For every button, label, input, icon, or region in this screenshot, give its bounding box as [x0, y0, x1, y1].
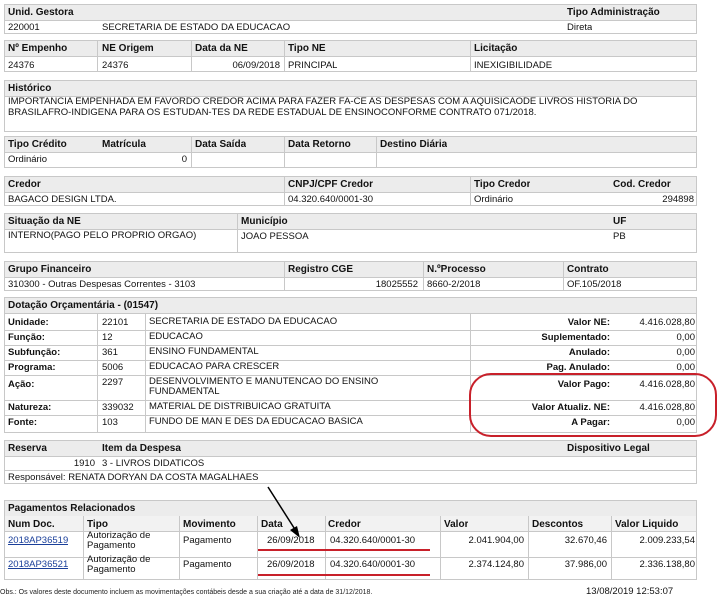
empenho-document: Unid. Gestora Tipo Administração 220001 …	[0, 0, 721, 606]
footer-timestamp: 13/08/2019 12:53:07	[586, 586, 674, 597]
annotation-arrow-icon	[267, 486, 300, 538]
footer-note: Obs.: Os valores deste documento incluem…	[0, 589, 373, 596]
